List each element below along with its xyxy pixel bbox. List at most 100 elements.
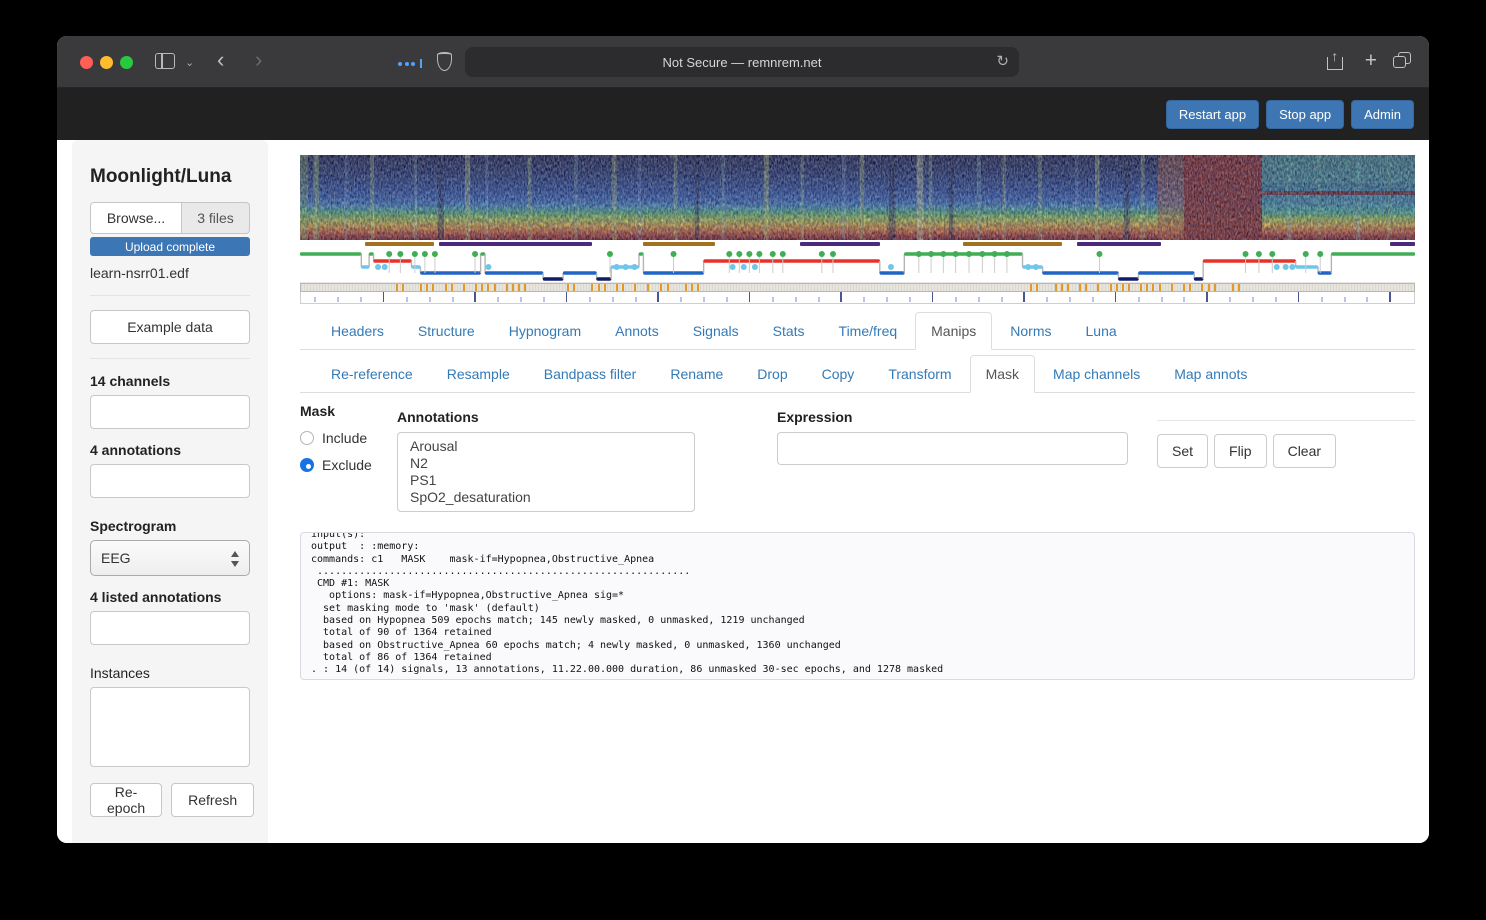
browse-button[interactable]: Browse...: [90, 202, 182, 234]
reload-icon[interactable]: ↻: [996, 52, 1009, 70]
subtab-mask[interactable]: Mask: [970, 355, 1037, 392]
orange-event-tick: [1171, 284, 1173, 291]
annotations-listbox[interactable]: Arousal N2 PS1 SpO2_desaturation: [397, 432, 695, 512]
include-radio[interactable]: [300, 431, 314, 445]
eeg-spectrogram-plot[interactable]: [300, 155, 1415, 240]
tab-link[interactable]: Copy: [806, 355, 871, 393]
tab-stats[interactable]: Stats: [757, 312, 823, 349]
annotation-option[interactable]: PS1: [398, 472, 694, 489]
re-epoch-button[interactable]: Re-epoch: [90, 783, 162, 817]
channels-select-input[interactable]: [90, 395, 250, 429]
annotation-span-track[interactable]: [300, 240, 1415, 248]
epoch-tick: [360, 297, 362, 302]
epoch-tick: [429, 297, 431, 302]
subtab-re-reference[interactable]: Re-reference: [315, 355, 431, 392]
tab-luna[interactable]: Luna: [1070, 312, 1135, 349]
subtab-drop[interactable]: Drop: [741, 355, 805, 392]
clear-button[interactable]: Clear: [1273, 434, 1336, 468]
tab-link[interactable]: Annots: [599, 312, 675, 350]
tab-link[interactable]: Manips: [915, 312, 992, 350]
tab-manips[interactable]: Manips: [915, 312, 994, 349]
reader-options-icon[interactable]: [398, 59, 422, 68]
orange-event-tick: [1201, 284, 1203, 291]
instances-textarea[interactable]: [90, 687, 250, 767]
address-bar[interactable]: Not Secure — remnrem.net ↻: [465, 47, 1019, 77]
tab-link[interactable]: Hypnogram: [493, 312, 597, 350]
sidebar-toggle-icon[interactable]: [155, 53, 175, 69]
spectrogram-channel-select[interactable]: EEG: [90, 540, 250, 576]
subtab-bandpass-filter[interactable]: Bandpass filter: [528, 355, 655, 392]
subtab-map-annots[interactable]: Map annots: [1158, 355, 1265, 392]
tab-link[interactable]: Drop: [741, 355, 803, 393]
expression-input[interactable]: [777, 432, 1128, 465]
admin-button[interactable]: Admin: [1351, 100, 1414, 129]
annotation-option[interactable]: N2: [398, 455, 694, 472]
zoom-window-button[interactable]: [120, 56, 133, 69]
time-axis-strip[interactable]: [300, 292, 1415, 304]
exclude-radio[interactable]: [300, 458, 314, 472]
tab-link[interactable]: Mask: [970, 355, 1035, 393]
include-radio-row[interactable]: Include: [300, 430, 372, 446]
back-button[interactable]: ‹: [217, 49, 224, 71]
chevron-down-icon[interactable]: ⌄: [185, 56, 194, 69]
tab-link[interactable]: Norms: [994, 312, 1067, 350]
orange-event-tick: [475, 284, 477, 291]
flip-button[interactable]: Flip: [1214, 434, 1267, 468]
subtab-map-channels[interactable]: Map channels: [1037, 355, 1158, 392]
privacy-shield-icon[interactable]: [437, 52, 452, 71]
tab-link[interactable]: Signals: [677, 312, 755, 350]
tab-structure[interactable]: Structure: [402, 312, 493, 349]
listed-annotations-label: 4 listed annotations: [90, 589, 250, 605]
refresh-button[interactable]: Refresh: [171, 783, 254, 817]
tab-link[interactable]: Transform: [872, 355, 967, 393]
tab-time-freq[interactable]: Time/freq: [823, 312, 916, 349]
subtab-transform[interactable]: Transform: [872, 355, 969, 392]
orange-event-tick: [1036, 284, 1038, 291]
tab-link[interactable]: Map channels: [1037, 355, 1156, 393]
orange-event-tick: [512, 284, 514, 291]
tab-hypnogram[interactable]: Hypnogram: [493, 312, 599, 349]
tab-link[interactable]: Re-reference: [315, 355, 429, 393]
annotation-span: [1077, 242, 1161, 246]
tab-link[interactable]: Map annots: [1158, 355, 1263, 393]
annotation-option[interactable]: Arousal: [398, 438, 694, 455]
listed-annotations-input[interactable]: [90, 611, 250, 645]
tab-link[interactable]: Rename: [654, 355, 739, 393]
subtab-rename[interactable]: Rename: [654, 355, 741, 392]
exclude-radio-row[interactable]: Exclude: [300, 457, 372, 473]
tab-link[interactable]: Stats: [757, 312, 821, 350]
annotation-span: [439, 242, 592, 246]
share-icon[interactable]: ↑: [1327, 51, 1343, 70]
restart-app-button[interactable]: Restart app: [1166, 100, 1259, 129]
hypnogram-track[interactable]: [300, 248, 1415, 283]
orange-event-tick: [1128, 284, 1130, 291]
tab-headers[interactable]: Headers: [315, 312, 402, 349]
close-window-button[interactable]: [80, 56, 93, 69]
tab-link[interactable]: Resample: [431, 355, 526, 393]
tab-link[interactable]: Bandpass filter: [528, 355, 653, 393]
epoch-tick: [612, 297, 614, 302]
minimize-window-button[interactable]: [100, 56, 113, 69]
orange-event-tick: [1152, 284, 1154, 291]
tab-link[interactable]: Structure: [402, 312, 491, 350]
tab-link[interactable]: Time/freq: [823, 312, 914, 350]
tab-signals[interactable]: Signals: [677, 312, 757, 349]
new-tab-icon[interactable]: +: [1365, 50, 1377, 71]
annotation-option[interactable]: SpO2_desaturation: [398, 489, 694, 506]
annotations-select-input[interactable]: [90, 464, 250, 498]
main-tab-bar: HeadersStructureHypnogramAnnotsSignalsSt…: [300, 312, 1415, 350]
tab-norms[interactable]: Norms: [994, 312, 1069, 349]
sidebar: Moonlight/Luna Browse... 3 files Upload …: [72, 140, 268, 843]
orange-event-tick: [634, 284, 636, 291]
stop-app-button[interactable]: Stop app: [1266, 100, 1344, 129]
tab-overview-icon[interactable]: [1393, 52, 1411, 68]
orange-event-tick: [451, 284, 453, 291]
set-button[interactable]: Set: [1157, 434, 1208, 468]
event-density-strip[interactable]: [300, 283, 1415, 292]
tab-link[interactable]: Headers: [315, 312, 400, 350]
tab-link[interactable]: Luna: [1070, 312, 1133, 350]
example-data-button[interactable]: Example data: [90, 310, 250, 344]
subtab-copy[interactable]: Copy: [806, 355, 873, 392]
subtab-resample[interactable]: Resample: [431, 355, 528, 392]
tab-annots[interactable]: Annots: [599, 312, 677, 349]
